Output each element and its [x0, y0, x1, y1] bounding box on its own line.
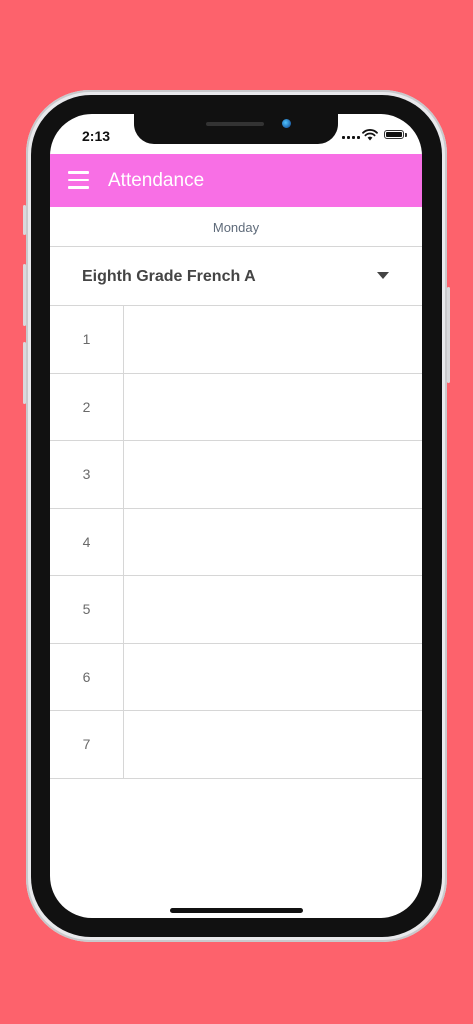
front-camera: [282, 119, 291, 128]
period-number: 1: [50, 306, 124, 373]
notch: [134, 114, 338, 144]
period-cell[interactable]: [124, 306, 422, 373]
period-number: 4: [50, 508, 124, 575]
home-indicator[interactable]: [170, 908, 303, 913]
period-row[interactable]: 3: [50, 441, 422, 509]
period-number: 6: [50, 643, 124, 710]
selected-class-label: Eighth Grade French A: [82, 268, 256, 285]
phone-screen: 2:13 Attendance Monday Eighth Grade Fren…: [50, 114, 422, 918]
app-bar: Attendance: [50, 154, 422, 207]
period-number: 7: [50, 711, 124, 778]
period-row[interactable]: 2: [50, 373, 422, 441]
mute-switch: [23, 205, 26, 235]
period-cell[interactable]: [124, 374, 422, 441]
cellular-signal-icon: [342, 135, 362, 139]
volume-down-button: [23, 342, 26, 404]
status-time: 2:13: [82, 128, 111, 144]
battery-icon: [384, 130, 407, 139]
period-number: 3: [50, 441, 124, 508]
speaker-grille: [206, 122, 264, 126]
period-list: 1 2 3 4 5 6 7: [50, 306, 422, 779]
period-cell[interactable]: [124, 509, 422, 576]
period-cell[interactable]: [124, 576, 422, 643]
page-background: 2:13 Attendance Monday Eighth Grade Fren…: [0, 0, 473, 1024]
status-bar: 2:13: [50, 114, 422, 154]
page-title: Attendance: [108, 170, 205, 191]
period-row[interactable]: 7: [50, 711, 422, 779]
volume-up-button: [23, 264, 26, 326]
wifi-icon: [362, 129, 378, 141]
period-cell[interactable]: [124, 711, 422, 778]
period-row[interactable]: 6: [50, 643, 422, 711]
period-row[interactable]: 4: [50, 508, 422, 576]
class-selector-dropdown[interactable]: Eighth Grade French A: [50, 247, 422, 306]
period-row[interactable]: 1: [50, 306, 422, 374]
dropdown-arrow-icon: [377, 272, 389, 279]
day-label: Monday: [50, 207, 422, 247]
period-number: 2: [50, 373, 124, 440]
period-number: 5: [50, 576, 124, 643]
hamburger-menu-icon[interactable]: [68, 171, 90, 189]
period-cell[interactable]: [124, 644, 422, 711]
period-row[interactable]: 5: [50, 576, 422, 644]
power-button: [447, 287, 450, 383]
period-cell[interactable]: [124, 441, 422, 508]
